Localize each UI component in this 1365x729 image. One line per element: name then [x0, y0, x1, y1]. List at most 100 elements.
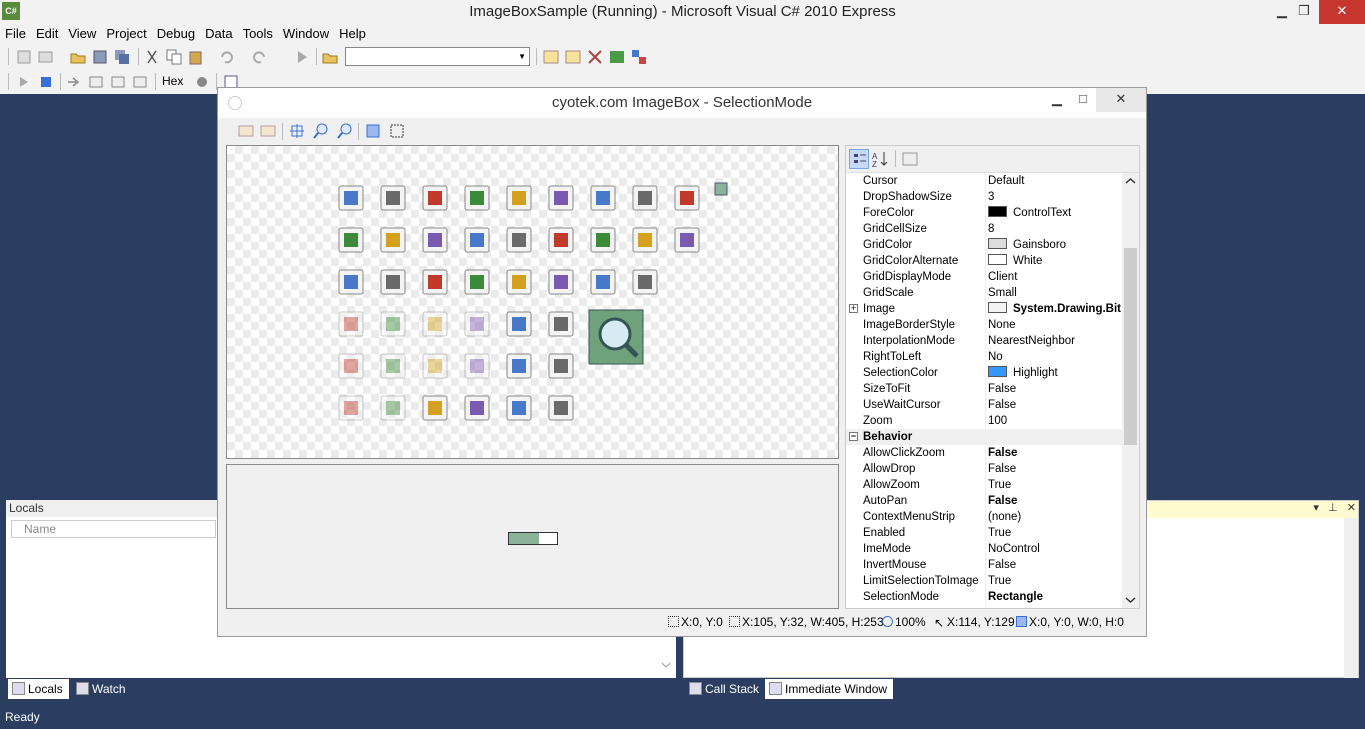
property-row[interactable]: ForeColor ControlText: [846, 205, 1123, 221]
show-next-statement-icon[interactable]: [66, 74, 82, 90]
property-value[interactable]: Default: [985, 173, 1123, 189]
property-value[interactable]: False: [985, 493, 1123, 509]
fit-icon[interactable]: [289, 123, 305, 139]
property-value[interactable]: True: [985, 477, 1123, 493]
property-row[interactable]: ImeMode NoControl: [846, 541, 1123, 557]
paste-icon[interactable]: [188, 49, 204, 65]
property-value[interactable]: 3: [985, 189, 1123, 205]
tab-watch[interactable]: Watch: [72, 679, 132, 699]
property-value[interactable]: NoControl: [985, 541, 1123, 557]
properties-window-icon[interactable]: [565, 49, 581, 65]
save-icon[interactable]: [92, 49, 108, 65]
property-value[interactable]: 8: [985, 221, 1123, 237]
menu-debug[interactable]: Debug: [152, 25, 200, 43]
tab-locals[interactable]: Locals: [8, 679, 69, 699]
menu-project[interactable]: Project: [101, 25, 151, 43]
restore-button[interactable]: ❐: [1284, 0, 1324, 24]
property-row[interactable]: RightToLeft No: [846, 349, 1123, 365]
property-category[interactable]: − Behavior: [846, 429, 1123, 445]
step-into-icon[interactable]: [88, 74, 104, 90]
property-row[interactable]: GridCellSize 8: [846, 221, 1123, 237]
vertical-scrollbar[interactable]: [1344, 518, 1358, 678]
property-row[interactable]: ImageBorderStyle None: [846, 317, 1123, 333]
property-row[interactable]: SelectionColor Highlight: [846, 365, 1123, 381]
property-row[interactable]: GridColorAlternate White: [846, 253, 1123, 269]
property-value[interactable]: System.Drawing.Bit: [985, 301, 1123, 317]
start-page-icon[interactable]: [609, 49, 625, 65]
save-all-icon[interactable]: [114, 49, 130, 65]
property-value[interactable]: True: [985, 573, 1123, 589]
property-row[interactable]: ContextMenuStrip (none): [846, 509, 1123, 525]
property-row[interactable]: GridDisplayMode Client: [846, 269, 1123, 285]
property-row[interactable]: AutoPan False: [846, 493, 1123, 509]
property-value[interactable]: No: [985, 349, 1123, 365]
property-row[interactable]: + Image System.Drawing.Bit: [846, 301, 1123, 317]
property-value[interactable]: ControlText: [985, 205, 1123, 221]
undo-icon[interactable]: [218, 49, 234, 65]
scroll-up-icon[interactable]: [1125, 175, 1136, 186]
property-value[interactable]: (none): [985, 509, 1123, 525]
tab-call-stack[interactable]: Call Stack: [685, 679, 765, 699]
property-row[interactable]: SelectionMode Rectangle: [846, 589, 1123, 605]
property-value[interactable]: Small: [985, 285, 1123, 301]
find-in-files-icon[interactable]: [322, 49, 338, 65]
actual-size-icon[interactable]: [260, 123, 276, 139]
menu-file[interactable]: File: [0, 25, 31, 43]
hex-button[interactable]: Hex: [162, 74, 183, 88]
property-row[interactable]: LimitSelectionToImage True: [846, 573, 1123, 589]
scroll-down-icon[interactable]: [1125, 595, 1136, 606]
collapse-icon[interactable]: −: [849, 432, 858, 441]
property-value[interactable]: Highlight: [985, 365, 1123, 381]
property-value[interactable]: Gainsboro: [985, 237, 1123, 253]
property-row[interactable]: Zoom 100: [846, 413, 1123, 429]
property-row[interactable]: AllowClickZoom False: [846, 445, 1123, 461]
property-value[interactable]: False: [985, 461, 1123, 477]
zoom-out-icon[interactable]: [337, 123, 353, 139]
tab-immediate-window[interactable]: Immediate Window: [765, 679, 894, 699]
property-row[interactable]: SizeToFit False: [846, 381, 1123, 397]
extension-manager-icon[interactable]: [631, 49, 647, 65]
menu-tools[interactable]: Tools: [238, 25, 278, 43]
breakpoints-icon[interactable]: [194, 74, 210, 90]
scroll-down-icon[interactable]: [661, 660, 671, 670]
property-row[interactable]: GridScale Small: [846, 285, 1123, 301]
menu-view[interactable]: View: [63, 25, 101, 43]
dialog-maximize-button[interactable]: □: [1066, 88, 1100, 112]
dialog-close-button[interactable]: ✕: [1096, 88, 1146, 112]
open-image-icon[interactable]: [238, 123, 254, 139]
copy-icon[interactable]: [166, 49, 182, 65]
property-row[interactable]: DropShadowSize 3: [846, 189, 1123, 205]
select-all-icon[interactable]: [365, 123, 381, 139]
property-pages-icon[interactable]: [900, 149, 920, 169]
property-row[interactable]: AllowDrop False: [846, 461, 1123, 477]
categorized-icon[interactable]: [849, 149, 869, 169]
property-value[interactable]: True: [985, 525, 1123, 541]
property-value[interactable]: NearestNeighbor: [985, 333, 1123, 349]
property-scrollbar[interactable]: [1122, 173, 1139, 608]
stop-debugging-icon[interactable]: [38, 74, 54, 90]
open-file-icon[interactable]: [70, 49, 86, 65]
redo-icon[interactable]: [252, 49, 268, 65]
property-value[interactable]: False: [985, 445, 1123, 461]
step-over-icon[interactable]: [110, 74, 126, 90]
close-button[interactable]: ✕: [1319, 0, 1365, 24]
menu-help[interactable]: Help: [334, 25, 371, 43]
property-row[interactable]: AllowZoom True: [846, 477, 1123, 493]
close-icon[interactable]: ✕: [1347, 502, 1356, 514]
select-none-icon[interactable]: [389, 123, 405, 139]
pin-icon[interactable]: ⊥: [1328, 502, 1338, 514]
add-item-icon[interactable]: [38, 49, 54, 65]
find-combo[interactable]: ▼: [345, 47, 530, 66]
start-debugging-icon[interactable]: [294, 49, 310, 65]
new-project-icon[interactable]: [16, 49, 32, 65]
image-box[interactable]: [226, 145, 839, 459]
toolbox-icon[interactable]: [587, 49, 603, 65]
property-row[interactable]: InterpolationMode NearestNeighbor: [846, 333, 1123, 349]
name-column-header[interactable]: Name: [11, 520, 216, 538]
property-row[interactable]: Enabled True: [846, 525, 1123, 541]
scroll-thumb[interactable]: [1124, 248, 1137, 445]
property-value[interactable]: False: [985, 397, 1123, 413]
cut-icon[interactable]: [144, 49, 160, 65]
expand-icon[interactable]: +: [849, 304, 858, 313]
property-value[interactable]: False: [985, 557, 1123, 573]
